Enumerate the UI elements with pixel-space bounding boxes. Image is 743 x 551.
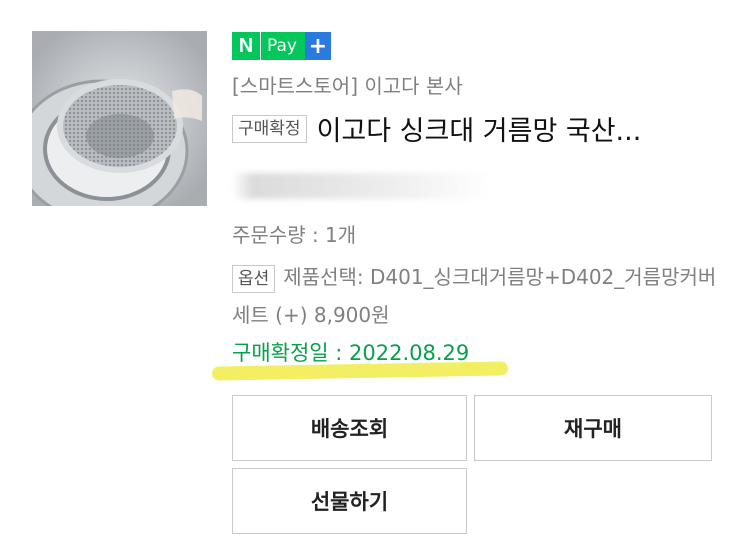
option-text: 제품선택: D401_싱크대거름망+D402_거름망커버 세트 (+) 8,90…: [232, 265, 717, 327]
gift-button[interactable]: 선물하기: [232, 468, 467, 534]
option-badge: 옵션: [232, 264, 276, 293]
npay-badge: N Pay +: [232, 32, 732, 60]
pay-label: Pay: [260, 32, 305, 60]
status-badge: 구매확정: [232, 114, 307, 143]
rebuy-button[interactable]: 재구매: [474, 395, 712, 461]
product-title[interactable]: 이고다 싱크대 거름망 국산...: [317, 109, 642, 148]
order-info: N Pay + [스마트스토어] 이고다 본사 구매확정 이고다 싱크대 거름망…: [232, 32, 732, 365]
order-quantity: 주문수량 : 1개: [232, 223, 357, 247]
plus-icon: +: [304, 32, 331, 60]
product-thumbnail[interactable]: [32, 31, 207, 206]
naver-n-icon: N: [232, 32, 260, 60]
strainer-image: [32, 31, 207, 206]
store-name[interactable]: [스마트스토어] 이고다 본사: [232, 70, 463, 99]
track-delivery-button[interactable]: 배송조회: [232, 395, 467, 461]
title-row[interactable]: 구매확정 이고다 싱크대 거름망 국산...: [232, 109, 641, 148]
option-line: 옵션 제품선택: D401_싱크대거름망+D402_거름망커버 세트 (+) 8,…: [232, 258, 732, 334]
redacted-text: [232, 173, 492, 199]
